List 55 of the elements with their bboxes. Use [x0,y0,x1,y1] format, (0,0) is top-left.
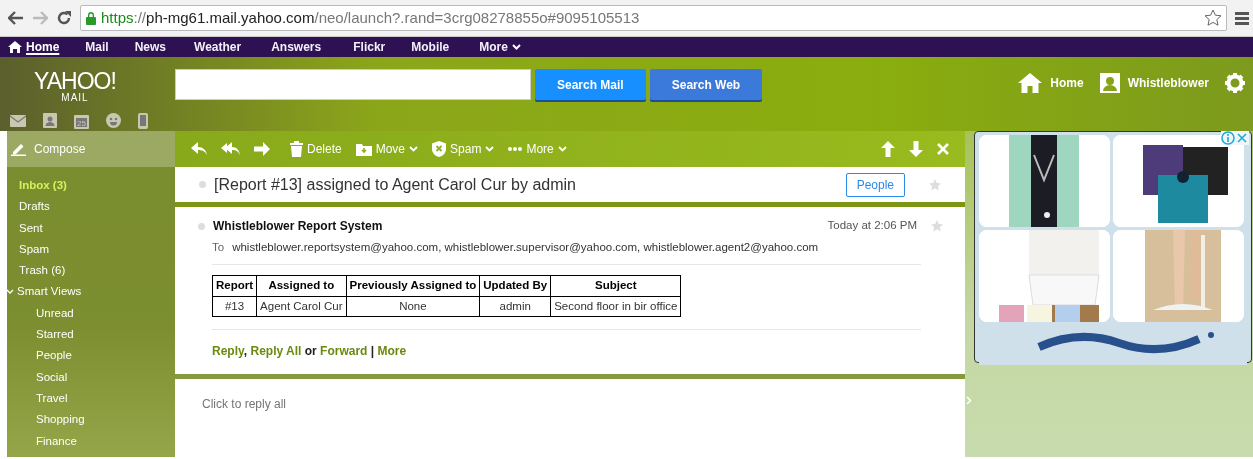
folder-item[interactable]: Finance [15,430,175,452]
calendar-icon[interactable]: 25 [74,112,89,129]
nav-link[interactable]: News [134,38,167,56]
move-button[interactable]: Move [355,140,419,158]
message-subject: [Report #13] assigned to Agent Carol Cur by admin [214,174,577,195]
table-cell: admin [479,296,551,317]
more-button[interactable]: More [508,140,567,158]
nav-link[interactable]: Mail [85,38,109,56]
message-date: Today at 2:06 PM [827,218,917,234]
column-header: Updated By [479,275,551,296]
nav-link[interactable]: Mobile [411,38,450,56]
people-button[interactable]: People [845,172,905,197]
compose-button[interactable]: Compose [7,131,175,167]
nav-link[interactable]: Home [8,38,60,56]
table-cell: #13 [212,296,257,317]
sender-name: Whistleblower Report System [213,218,384,235]
logo[interactable]: YAHOO! [34,69,116,93]
folder-item[interactable]: Drafts [15,196,175,218]
search-web-button[interactable]: Search Web [649,69,763,100]
folder-item[interactable]: Inbox (3) [15,175,175,197]
folder-item[interactable]: People [15,345,175,367]
search-mail-button[interactable]: Search Mail [535,69,646,100]
spam-button[interactable]: Spam [432,140,495,158]
folder-item[interactable]: Sent [15,217,175,239]
to-label: To [212,240,225,255]
home-link[interactable]: Home [1050,74,1084,92]
action-link[interactable]: Reply [212,343,244,358]
folder-item[interactable]: Shopping [15,409,175,431]
logo-subtitle: MAIL [61,92,89,103]
table-cell: None [346,296,480,317]
folder-item[interactable]: Unread [15,302,175,325]
column-header: Previously Assigned to [346,275,480,296]
action-link[interactable]: More [377,343,407,358]
address-bar[interactable]: https://ph-mg61.mail.yahoo.com/neo/launch?.rand=3crg08278855o#9095105513 [80,5,1227,31]
folder-item[interactable]: Starred [15,324,175,346]
folder-item[interactable]: Social [15,366,175,388]
column-header: Assigned to [256,275,347,296]
action-link[interactable]: Forward [320,343,368,358]
nav-link[interactable]: Answers [271,38,322,56]
reply-actions: Reply, Reply All or Forward | More [212,328,921,374]
recipients: whistleblower.reportsystem@yahoo.com, whistleblower.supervisor@yahoo.com, whistleblower.agent2@yahoo.com [232,240,819,255]
folder-item[interactable]: Trash (6) [15,260,175,282]
folder-item[interactable]: Travel [15,387,175,410]
action-link[interactable]: Reply All [250,343,302,358]
column-header: Subject [550,275,681,296]
nav-link[interactable]: Flickr [353,38,386,56]
nav-link[interactable]: More [479,38,521,56]
column-header: Report [212,275,257,296]
table-cell: Second floor in bir office [550,296,681,317]
user-name[interactable]: Whistleblower [1127,74,1209,92]
folder-item[interactable]: Spam [15,238,175,261]
folder-item[interactable]: Smart Views [15,281,175,303]
nav-link[interactable]: Weather [194,38,242,56]
table-cell: Agent Carol Cur [256,296,347,317]
delete-button[interactable]: Delete [290,140,342,158]
